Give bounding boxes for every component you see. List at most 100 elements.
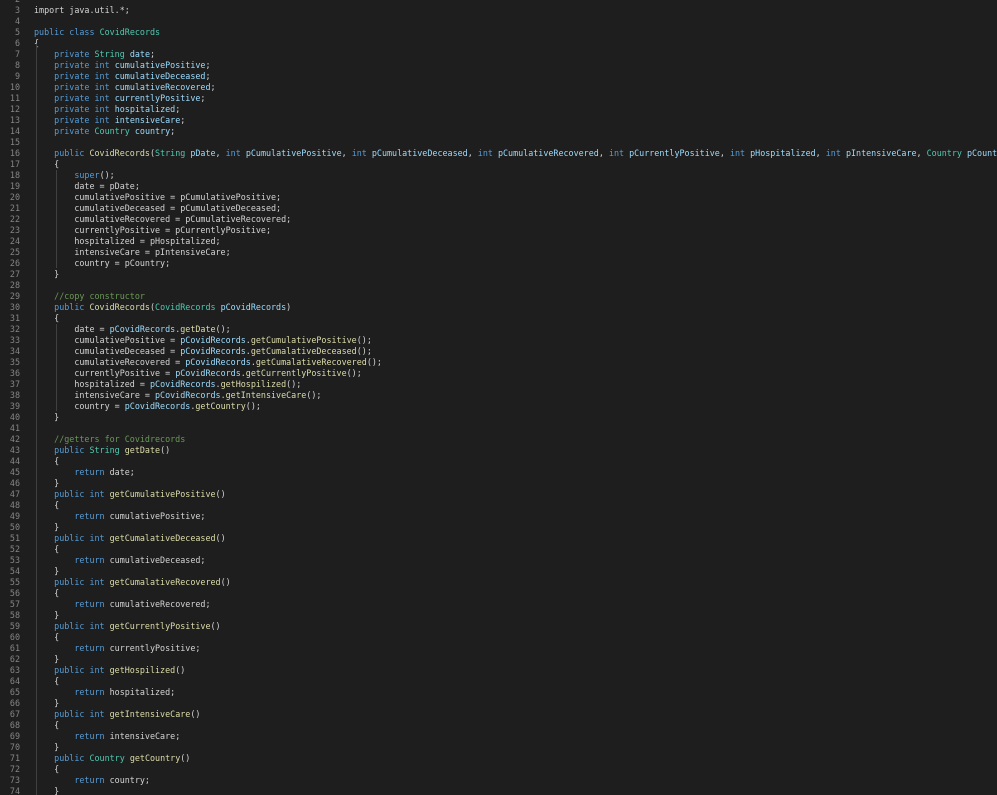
code-text: private int hospitalized; [34, 104, 180, 115]
code-line[interactable]: 69 return intensiveCare; [0, 731, 997, 742]
code-line[interactable]: 63 public int getHospilized() [0, 665, 997, 676]
code-token: return [34, 687, 110, 697]
code-token: } [34, 742, 60, 752]
code-token: public int [34, 709, 110, 719]
code-token: cumulativePositive [114, 60, 206, 70]
code-line[interactable]: 26 country = pCountry; [0, 258, 997, 269]
code-line[interactable]: 64 { [0, 676, 997, 687]
code-line[interactable]: 43 public String getDate() [0, 445, 997, 456]
code-line[interactable]: 25 intensiveCare = pIntensiveCare; [0, 247, 997, 258]
code-line[interactable]: 15 [0, 137, 997, 148]
code-token: ; [205, 60, 211, 70]
code-line[interactable]: 68 { [0, 720, 997, 731]
code-line[interactable]: 42 //getters for Covidrecords [0, 434, 997, 445]
line-number: 67 [9, 709, 20, 719]
code-line[interactable]: 49 return cumulativePositive; [0, 511, 997, 522]
code-line[interactable]: 17 { [0, 159, 997, 170]
code-line[interactable]: 3 import java.util.*; [0, 5, 997, 16]
code-line[interactable]: 18 super(); [0, 170, 997, 181]
code-line[interactable]: 40 } [0, 412, 997, 423]
code-line[interactable]: 61 return currentlyPositive; [0, 643, 997, 654]
line-number: 23 [9, 225, 20, 235]
code-token: int [825, 148, 846, 158]
code-line[interactable]: 30 public CovidRecords(CovidRecords pCov… [0, 302, 997, 313]
code-line[interactable]: 19 date = pDate; [0, 181, 997, 192]
code-line[interactable]: 37 hospitalized = pCovidRecords.getHospi… [0, 379, 997, 390]
code-line[interactable]: 8 private int cumulativePositive; [0, 60, 997, 71]
code-line[interactable]: 9 private int cumulativeDeceased; [0, 71, 997, 82]
code-line[interactable]: 72 { [0, 764, 997, 775]
code-line[interactable]: 13 private int intensiveCare; [0, 115, 997, 126]
line-number: 72 [9, 764, 20, 774]
code-line[interactable]: 45 return date; [0, 467, 997, 478]
code-token: pCovidRecords [155, 390, 221, 400]
code-line[interactable]: 54 } [0, 566, 997, 577]
code-line[interactable]: 16 public CovidRecords(String pDate, int… [0, 148, 997, 159]
code-token: intensiveCare [114, 115, 181, 125]
code-line[interactable]: 44 { [0, 456, 997, 467]
code-line[interactable]: 6{ [0, 38, 997, 49]
code-line[interactable]: 11 private int currentlyPositive; [0, 93, 997, 104]
code-line[interactable]: 36 currentlyPositive = pCovidRecords.get… [0, 368, 997, 379]
code-line[interactable]: 71 public Country getCountry() [0, 753, 997, 764]
code-line[interactable]: 74 } [0, 786, 997, 795]
code-token: () [210, 621, 221, 631]
code-line[interactable]: 55 public int getCumalativeRecovered() [0, 577, 997, 588]
code-token: () [220, 577, 231, 587]
code-line[interactable]: 46 } [0, 478, 997, 489]
code-line[interactable]: 29 //copy constructor [0, 291, 997, 302]
code-token: { [34, 456, 60, 466]
code-line[interactable]: 67 public int getIntensiveCare() [0, 709, 997, 720]
code-line[interactable]: 32 date = pCovidRecords.getDate(); [0, 324, 997, 335]
code-line[interactable]: 7 private String date; [0, 49, 997, 60]
code-line[interactable]: 41 [0, 423, 997, 434]
code-line[interactable]: 23 currentlyPositive = pCurrentlyPositiv… [0, 225, 997, 236]
code-token: (); [366, 357, 382, 367]
line-number: 33 [9, 335, 20, 345]
code-line[interactable]: 57 return cumulativeRecovered; [0, 599, 997, 610]
code-line[interactable]: 14 private Country country; [0, 126, 997, 137]
code-line[interactable]: 50 } [0, 522, 997, 533]
code-line[interactable]: 27 } [0, 269, 997, 280]
code-line[interactable]: 39 country = pCovidRecords.getCountry(); [0, 401, 997, 412]
line-number: 29 [9, 291, 20, 301]
code-editor[interactable]: 23 import java.util.*; 45 public class Covi… [0, 0, 997, 795]
code-line[interactable]: 22 cumulativeRecovered = pCumulativeReco… [0, 214, 997, 225]
code-line[interactable]: 60 { [0, 632, 997, 643]
code-text: } [34, 412, 59, 423]
code-line[interactable]: 52 { [0, 544, 997, 555]
code-line[interactable]: 5 public class CovidRecords [0, 27, 997, 38]
code-line[interactable]: 48 { [0, 500, 997, 511]
code-line[interactable]: 38 intensiveCare = pCovidRecords.getInte… [0, 390, 997, 401]
code-line[interactable]: 20 cumulativePositive = pCumulativePosit… [0, 192, 997, 203]
code-line[interactable]: 31 { [0, 313, 997, 324]
indent-guide [56, 170, 57, 268]
code-token: date = [34, 324, 110, 334]
code-line[interactable]: 59 public int getCurrentlyPositive() [0, 621, 997, 632]
code-line[interactable]: 33 cumulativePositive = pCovidRecords.ge… [0, 335, 997, 346]
code-line[interactable]: 24 hospitalized = pHospitalized; [0, 236, 997, 247]
code-token: getCountry [195, 401, 246, 411]
code-line[interactable]: 21 cumulativeDeceased = pCumulativeDecea… [0, 203, 997, 214]
code-line[interactable]: 58 } [0, 610, 997, 621]
code-line[interactable]: 73 return country; [0, 775, 997, 786]
code-line[interactable]: 65 return hospitalized; [0, 687, 997, 698]
code-line[interactable]: 62 } [0, 654, 997, 665]
code-line[interactable]: 56 { [0, 588, 997, 599]
code-line[interactable]: 47 public int getCumulativePositive() [0, 489, 997, 500]
code-line[interactable]: 4 [0, 16, 997, 27]
code-line[interactable]: 51 public int getCumalativeDeceased() [0, 533, 997, 544]
code-text: hospitalized = pCovidRecords.getHospiliz… [34, 379, 301, 390]
code-line[interactable]: 66 } [0, 698, 997, 709]
code-text: cumulativeRecovered = pCovidRecords.getC… [34, 357, 382, 368]
code-line[interactable]: 34 cumulativeDeceased = pCovidRecords.ge… [0, 346, 997, 357]
code-text: private String date; [34, 49, 155, 60]
code-line[interactable]: 10 private int cumulativeRecovered; [0, 82, 997, 93]
code-line[interactable]: 28 [0, 280, 997, 291]
code-line[interactable]: 53 return cumulativeDeceased; [0, 555, 997, 566]
code-line[interactable]: 70 } [0, 742, 997, 753]
code-token: int [225, 148, 246, 158]
code-token: pCovidRecords [175, 368, 241, 378]
code-line[interactable]: 12 private int hospitalized; [0, 104, 997, 115]
code-line[interactable]: 35 cumulativeRecovered = pCovidRecords.g… [0, 357, 997, 368]
